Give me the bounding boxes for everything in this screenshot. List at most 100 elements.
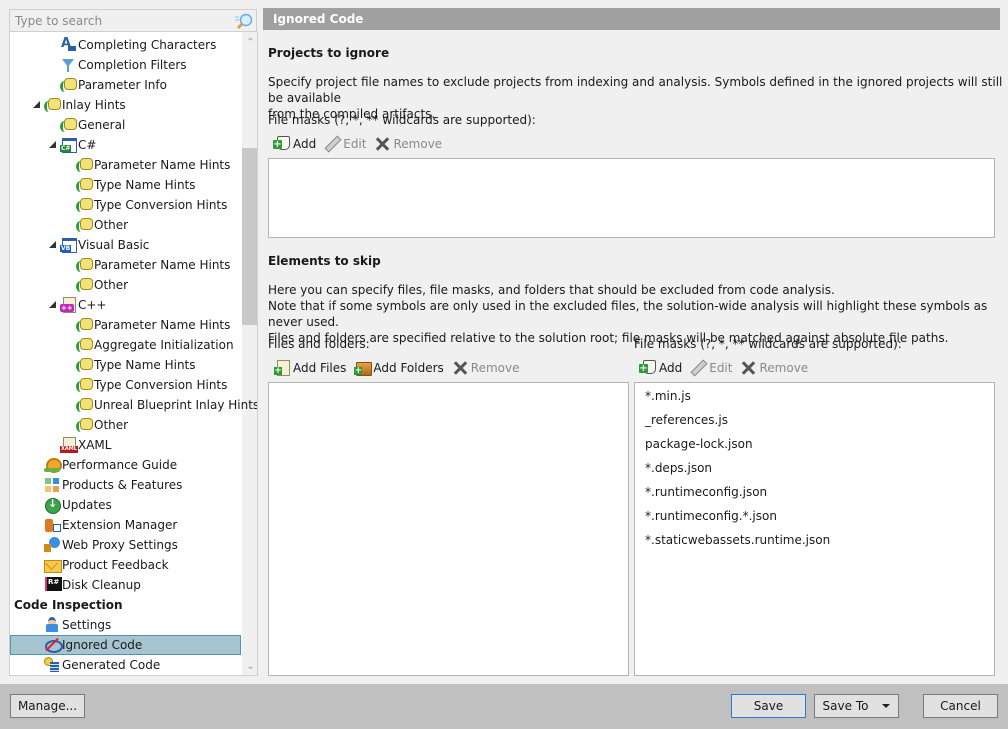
tree-item[interactable]: Product Feedback [44, 555, 169, 575]
files-remove-button[interactable]: Remove [452, 360, 520, 376]
tree-item[interactable]: Type Conversion Hints [76, 195, 227, 215]
projects-section-title: Projects to ignore [268, 46, 390, 60]
tree-item[interactable]: XAML [60, 435, 111, 455]
tree-item[interactable]: C++ [48, 295, 107, 315]
scroll-up-icon[interactable]: ⌃ [242, 34, 257, 51]
extension-icon [44, 517, 61, 533]
tree-item-label: Web Proxy Settings [62, 538, 178, 552]
tree-item[interactable]: Type Name Hints [76, 355, 196, 375]
list-item[interactable]: *.deps.json [645, 460, 712, 476]
tree-item[interactable]: Other [76, 275, 128, 295]
tree-item[interactable]: Settings [44, 615, 111, 635]
tree-item[interactable]: Aggregate Initialization [76, 335, 234, 355]
pencil-icon [324, 136, 340, 152]
save-to-button[interactable]: Save To [814, 694, 899, 718]
add-files-button[interactable]: Add Files [274, 360, 346, 376]
bubble-icon [44, 97, 61, 113]
files-folders-list[interactable] [268, 382, 629, 676]
tree-item-label: Inlay Hints [62, 98, 126, 112]
scroll-down-icon[interactable]: ⌄ [242, 658, 257, 675]
masks-remove-button[interactable]: Remove [740, 360, 808, 376]
tree-item[interactable]: Web Proxy Settings [44, 535, 178, 555]
expand-arrow-icon[interactable] [48, 300, 58, 310]
list-item[interactable]: *.min.js [645, 388, 691, 404]
tree-item-label: Parameter Name Hints [94, 158, 231, 172]
tree-item[interactable]: Parameter Name Hints [76, 255, 230, 275]
masks-add-button[interactable]: Add [639, 360, 682, 376]
remove-x-icon [452, 360, 468, 376]
bubble-icon [76, 157, 93, 173]
tree-item[interactable]: Disk Cleanup [44, 575, 141, 595]
tree-item[interactable]: Type Name Hints [76, 175, 196, 195]
tree-item[interactable]: C# [48, 135, 96, 155]
tree-item[interactable]: Inlay Hints [32, 95, 126, 115]
settings-tree[interactable]: ⌃ ⌄ Completing Characters Completion Filt… [9, 32, 258, 676]
add-file-icon [274, 360, 290, 376]
list-item[interactable]: *.runtimeconfig.*.json [645, 508, 777, 524]
tree-item[interactable]: Generated Code [44, 655, 160, 675]
projects-remove-button[interactable]: Remove [374, 136, 442, 152]
add-files-label: Add Files [293, 361, 347, 375]
tree-item-label: Parameter Name Hints [94, 318, 231, 332]
expand-arrow-icon[interactable] [48, 240, 58, 250]
tree-item[interactable]: Type Conversion Hints [76, 375, 227, 395]
tree-item[interactable]: Parameter Name Hints [76, 315, 230, 335]
tree-item-label: Other [94, 418, 129, 432]
tree-item[interactable]: Parameter Info [60, 75, 167, 95]
add-folder-icon [354, 360, 373, 376]
add-folders-button[interactable]: Add Folders [354, 360, 444, 376]
elements-masks-label: File masks (?, *, ** wildcards are suppo… [634, 337, 902, 351]
manage-button[interactable]: Manage... [10, 694, 85, 718]
list-item[interactable]: *.runtimeconfig.json [645, 484, 767, 500]
bubble-icon [76, 417, 93, 433]
tree-item[interactable]: Visual Basic [48, 235, 149, 255]
expand-arrow-icon[interactable] [32, 100, 42, 110]
tree-item-label: Unreal Blueprint Inlay Hints [94, 398, 258, 412]
products-icon [44, 477, 60, 493]
save-button[interactable]: Save [731, 694, 806, 718]
tree-item[interactable]: Unreal Blueprint Inlay Hints [76, 395, 258, 415]
list-item[interactable]: package-lock.json [645, 436, 753, 452]
elements-description-line: Here you can specify files, file masks, … [268, 283, 835, 297]
tree-item[interactable]: Updates [44, 495, 112, 515]
tree-item-label: Products & Features [62, 478, 183, 492]
files-toolbar: Add Files Add Folders Remove [274, 358, 519, 378]
bubble-icon [60, 117, 77, 133]
scroll-thumb[interactable] [242, 148, 257, 325]
search-box[interactable] [9, 9, 257, 32]
expand-arrow-icon[interactable] [10, 600, 12, 610]
tree-item[interactable]: Other [76, 415, 128, 435]
tree-item[interactable]: Code Inspection [10, 595, 123, 615]
tree-item[interactable]: Other [76, 215, 128, 235]
tree-item-label: Extension Manager [62, 518, 178, 532]
expand-arrow-icon[interactable] [48, 140, 58, 150]
tree-item[interactable]: Extension Manager [44, 515, 177, 535]
tree-item[interactable]: Completion Filters [60, 55, 187, 75]
projects-list[interactable] [268, 158, 995, 238]
tree-scrollbar[interactable]: ⌃ ⌄ [242, 32, 257, 675]
masks-edit-button[interactable]: Edit [690, 360, 732, 376]
save-to-label: Save To [822, 699, 869, 713]
search-input[interactable] [10, 10, 234, 31]
cancel-button[interactable]: Cancel [923, 694, 998, 718]
elements-description-line: Note that if some symbols are only used … [268, 299, 988, 329]
file-masks-list[interactable]: *.min.js _references.js package-lock.json *… [634, 382, 995, 676]
tree-item[interactable]: Performance Guide [44, 455, 177, 475]
tree-item[interactable]: Ignored Code [10, 635, 241, 655]
tree-item-label: Ignored Code [62, 638, 143, 652]
tree-item[interactable]: Products & Features [44, 475, 182, 495]
pencil-icon [690, 360, 706, 376]
list-item[interactable]: _references.js [645, 412, 728, 428]
remove-label: Remove [393, 137, 443, 151]
projects-add-button[interactable]: Add [273, 136, 316, 152]
list-item[interactable]: *.staticwebassets.runtime.json [645, 532, 830, 548]
remove-label: Remove [759, 361, 809, 375]
ignored-eye-icon [44, 637, 63, 653]
settings-person-icon [44, 617, 60, 633]
update-icon [44, 497, 61, 514]
projects-edit-button[interactable]: Edit [324, 136, 366, 152]
tree-item-label: C# [78, 138, 97, 152]
tree-item[interactable]: Parameter Name Hints [76, 155, 230, 175]
tree-item[interactable]: Completing Characters [60, 35, 216, 55]
tree-item[interactable]: General [60, 115, 125, 135]
